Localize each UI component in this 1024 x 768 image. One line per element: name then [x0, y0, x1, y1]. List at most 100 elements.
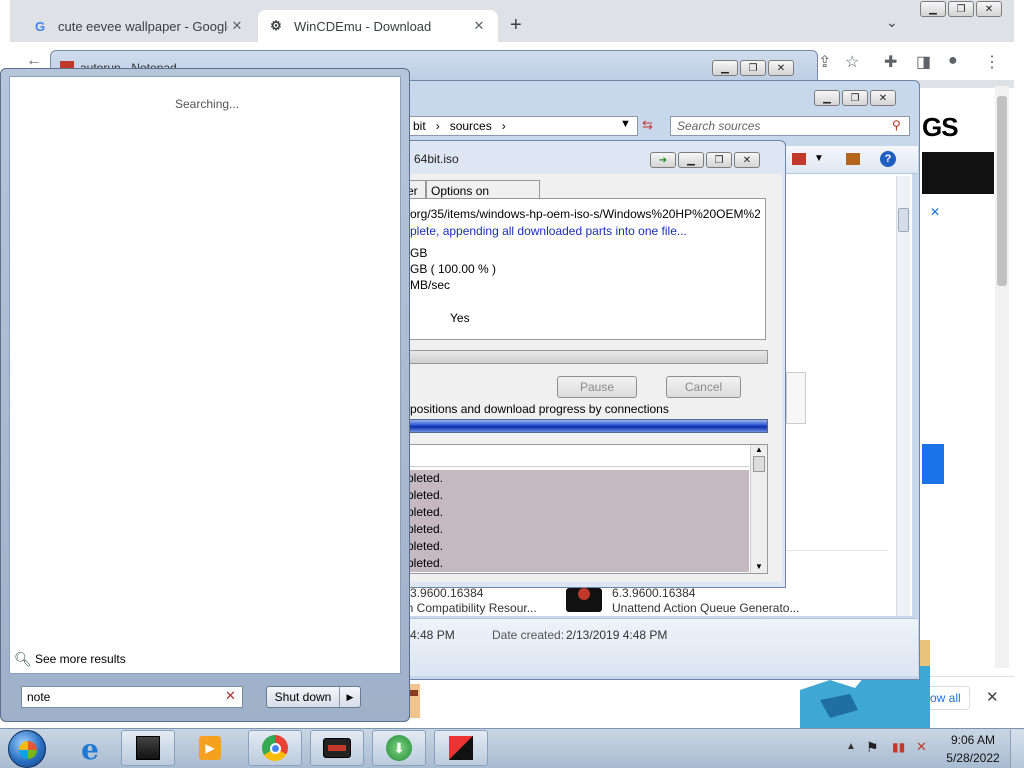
new-tab-button[interactable]: + [510, 14, 522, 37]
taskbar-chrome-button[interactable] [248, 730, 302, 766]
tab-close-icon[interactable]: ✕ [470, 18, 488, 34]
clear-search-icon[interactable]: ✕ [225, 688, 236, 704]
shutdown-button[interactable]: Shut down [267, 687, 340, 707]
google-icon: G [34, 18, 46, 34]
file-item[interactable]: 6.3.9600.16384 on Compatibility Resour..… [400, 586, 537, 616]
minimize-icon[interactable]: ▁ [814, 90, 840, 106]
red-black-app-icon [323, 738, 351, 758]
extensions-icon[interactable]: ✚ [884, 52, 897, 72]
arrow-right-icon[interactable]: ➜ [650, 152, 676, 168]
download-status-text: plete, appending all downloaded parts in… [410, 224, 687, 238]
notepad-window-controls: ▁ ❐ ✕ [710, 60, 794, 76]
start-button[interactable] [8, 730, 46, 768]
shutdown-button-group: Shut down ▶ [266, 686, 361, 708]
date-created-label: Date created: [492, 628, 565, 642]
file-item[interactable]: 6.3.9600.16384 Unattend Action Queue Gen… [612, 586, 799, 616]
preview-pane-icon[interactable] [846, 153, 860, 165]
download-url: org/35/items/windows-hp-oem-iso-s/Window… [410, 207, 760, 221]
cancel-button[interactable]: Cancel [666, 376, 741, 398]
start-search-input[interactable]: note [21, 686, 243, 708]
site-nav-bar [922, 152, 994, 194]
breadcrumb-segment[interactable]: sources [450, 119, 492, 133]
ad-close-icon[interactable]: ✕ [930, 205, 940, 219]
scroll-down-icon[interactable]: ▼ [751, 562, 767, 571]
list-item[interactable]: pleted. [405, 538, 749, 555]
share-icon[interactable]: ⇪ [818, 52, 831, 72]
download-progress-bar [404, 350, 768, 364]
breadcrumb-arrow-icon: › [435, 119, 440, 133]
minimize-icon[interactable]: ▁ [712, 60, 738, 76]
pause-button[interactable]: Pause [557, 376, 637, 398]
dialog-window-controls: ➜ ▁ ❐ ✕ [648, 152, 760, 168]
close-icon[interactable]: ✕ [768, 60, 794, 76]
downloaded-value: GB ( 100.00 % ) [410, 262, 497, 276]
download-manager-icon: ⬇ [386, 735, 412, 761]
clock-time[interactable]: 9:06 AM [950, 733, 996, 747]
profile-avatar-icon[interactable]: ● [948, 52, 958, 70]
list-item[interactable]: pleted. [405, 555, 749, 572]
help-icon[interactable]: ? [880, 151, 896, 167]
bookmark-star-icon[interactable]: ☆ [845, 52, 859, 72]
side-panel-icon[interactable]: ◨ [916, 52, 931, 72]
action-center-flag-icon[interactable]: ⚑ [866, 739, 879, 756]
internet-explorer-icon[interactable]: e [70, 732, 110, 766]
view-options-icon[interactable] [792, 153, 806, 165]
explorer-address-bar[interactable]: bit › sources › [406, 116, 638, 136]
ad-blue-button[interactable] [922, 444, 944, 484]
clock-date[interactable]: 5/28/2022 [944, 751, 1002, 765]
network-icon[interactable]: ▮▮ [892, 740, 905, 754]
list-item[interactable]: pleted. [405, 487, 749, 504]
taskbar-idm-button[interactable]: ⬇ [372, 730, 426, 766]
minimize-icon[interactable]: ▁ [920, 1, 946, 17]
file-name: Unattend Action Queue Generato... [612, 601, 800, 615]
chevron-down-icon[interactable]: ▼ [814, 153, 824, 164]
show-hidden-icons-chevron-icon[interactable]: ▲ [846, 741, 856, 752]
maximize-icon[interactable]: ❐ [740, 60, 766, 76]
dialog-title: 64bit.iso [414, 152, 459, 166]
explorer-search-input[interactable]: Search sources [670, 116, 910, 136]
breadcrumb-arrow-icon: › [501, 119, 506, 133]
start-menu-results-pane [9, 76, 401, 674]
resume-capability-value: Yes [450, 311, 470, 325]
close-icon[interactable]: ✕ [976, 1, 1002, 17]
chrome-menu-icon[interactable]: ⋮ [984, 52, 1000, 72]
media-player-icon[interactable]: ▶ [186, 730, 234, 766]
scroll-up-icon[interactable]: ▲ [751, 445, 767, 454]
windows-logo-icon [19, 741, 37, 759]
taskbar-app-button[interactable] [310, 730, 364, 766]
volume-muted-icon[interactable]: ✕ [916, 739, 927, 755]
taskbar-explorer-button[interactable] [121, 730, 175, 766]
minimize-icon[interactable]: ▁ [678, 152, 704, 168]
tab-wincdemu[interactable]: ⚙ WinCDEmu - Download ✕ [258, 10, 498, 42]
search-icon: 🔍︎ [14, 651, 32, 667]
shutdown-options-arrow-icon[interactable]: ▶ [340, 687, 360, 707]
close-icon[interactable]: ✕ [734, 152, 760, 168]
date-modified-value: 4:48 PM [410, 628, 455, 642]
close-icon[interactable]: ✕ [870, 90, 896, 106]
file-explorer-icon [136, 736, 160, 760]
connections-scrollbar[interactable]: ▲ ▼ [750, 445, 767, 573]
address-dropdown-icon[interactable]: ▼ [620, 118, 631, 130]
download-shelf-close-icon[interactable]: ✕ [986, 688, 999, 706]
explorer-scrollbar[interactable] [896, 176, 910, 616]
taskbar-notepad-button[interactable] [434, 730, 488, 766]
tab-search-button[interactable]: ⌄ [886, 14, 898, 31]
file-version: 6.3.9600.16384 [612, 586, 696, 600]
maximize-icon[interactable]: ❐ [706, 152, 732, 168]
page-scrollbar[interactable] [995, 86, 1009, 668]
list-item[interactable]: pleted. [405, 504, 749, 521]
tab-google-search[interactable]: G cute eevee wallpaper - Google S ✕ [22, 10, 256, 42]
maximize-icon[interactable]: ❐ [842, 90, 868, 106]
partial-panel [786, 372, 806, 424]
tab-close-icon[interactable]: ✕ [228, 18, 246, 34]
tab-title: cute eevee wallpaper - Google S [58, 18, 228, 34]
breadcrumb-segment[interactable]: bit [413, 119, 426, 133]
tab-options-on-completion[interactable]: Options on completion [426, 180, 540, 212]
refresh-icon[interactable]: ⇆ [642, 117, 653, 133]
list-item[interactable]: pleted. [405, 470, 749, 487]
show-desktop-button[interactable] [1010, 730, 1024, 768]
maximize-icon[interactable]: ❐ [948, 1, 974, 17]
see-more-results-link[interactable]: See more results [35, 652, 126, 666]
list-item[interactable]: pleted. [405, 521, 749, 538]
tab-title: WinCDEmu - Download [294, 18, 432, 34]
